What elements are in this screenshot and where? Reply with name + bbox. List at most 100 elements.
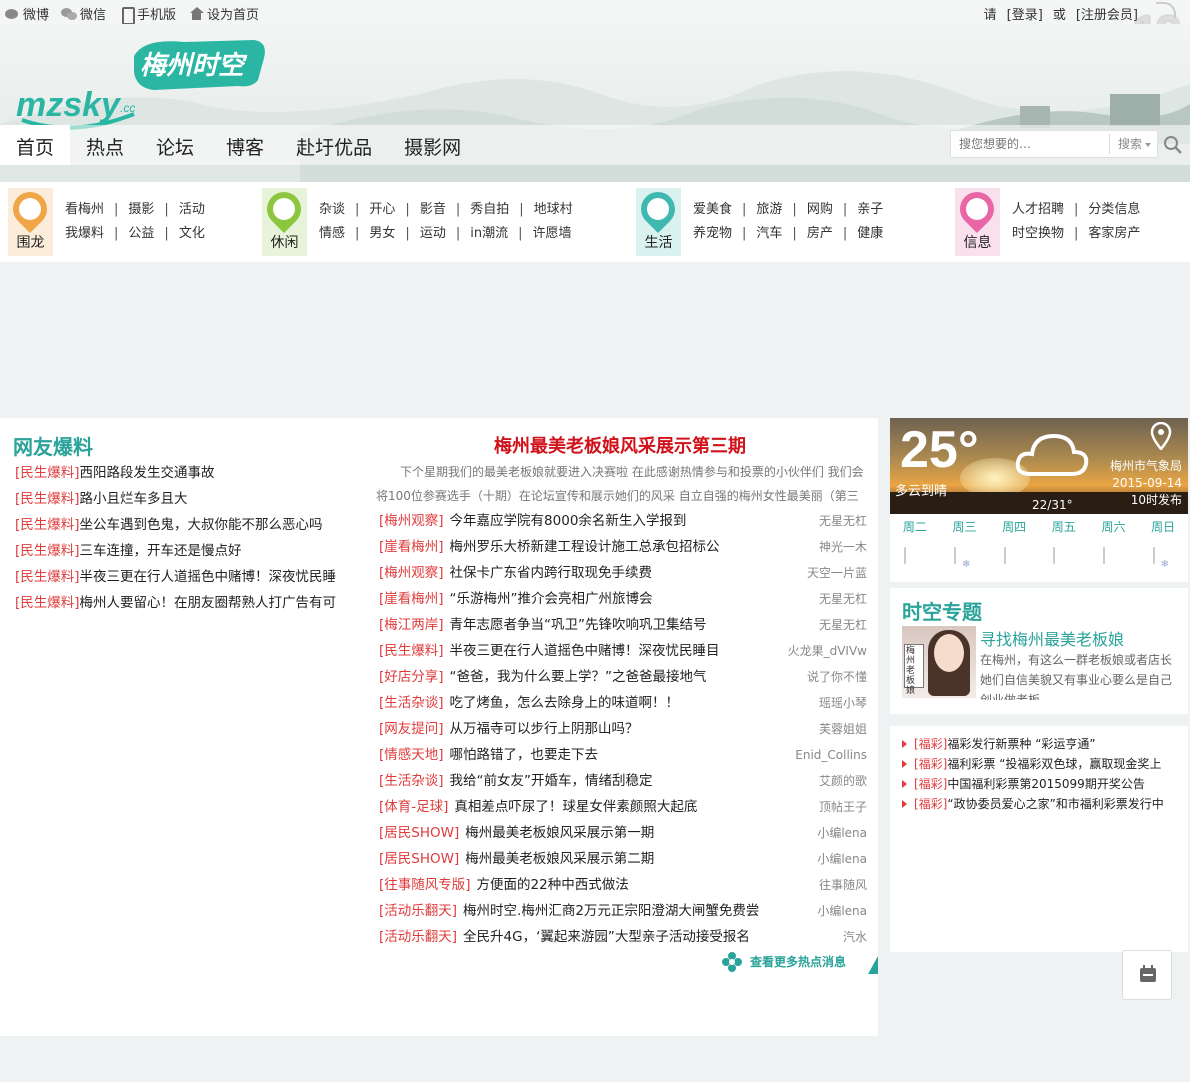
news-tag[interactable]: [梅州观察] [379, 565, 444, 581]
news-author[interactable]: 瑶瑶小琴 [819, 690, 867, 716]
hot-news-item[interactable]: [梅州观察] 今年嘉应学院有8000余名新生入学报到 无星无杠 [379, 508, 869, 534]
news-title[interactable]: 方便面的22种中西式做法 [477, 877, 629, 893]
weather-widget[interactable]: 25° 多云到晴 22/31° 梅州市气象局 2015-09-14 10时发布 [890, 418, 1188, 514]
category-link[interactable]: 文化 [179, 224, 205, 248]
nav-item-1[interactable]: 热点 [70, 125, 140, 165]
search-input[interactable] [951, 131, 1109, 157]
hot-news-item[interactable]: [梅江两岸] 青年志愿者争当“巩卫”先锋吹响巩卫集结号 无星无杠 [379, 612, 869, 638]
news-title[interactable]: 梅州最美老板娘风采展示第二期 [465, 851, 654, 867]
news-author[interactable]: 小编lena [817, 820, 867, 846]
category-badge[interactable]: 休闲 [259, 184, 309, 256]
news-title[interactable]: 我给“前女友”开婚车，情绪刮稳定 [450, 773, 653, 789]
search-type-dropdown[interactable]: 搜索 [1109, 134, 1157, 154]
news-title[interactable]: “爸爸，我为什么要上学？”之爸爸最接地气 [450, 669, 707, 685]
lottery-item[interactable]: [福彩]福彩发行新票种 “彩运亨通” [902, 734, 1182, 754]
top-link-3[interactable]: 设为首页 [188, 4, 259, 23]
news-author[interactable]: 天空一片蓝 [807, 560, 867, 586]
top-link-0[interactable]: 微博 [4, 4, 49, 23]
news-tag[interactable]: [好店分享] [379, 669, 444, 685]
hot-news-item[interactable]: [网友提问] 从万福寺可以步行上阴那山吗？ 芙蓉姐姐 [379, 716, 869, 742]
category-link[interactable]: 时空换物 [1012, 224, 1064, 248]
news-title[interactable]: 从万福寺可以步行上阴那山吗？ [450, 721, 639, 737]
topic-link[interactable]: 寻找梅州最美老板娘 [980, 626, 1124, 650]
baoliao-item[interactable]: [民生爆料]梅州人要留心！在朋友圈帮熟人打广告有可 [15, 590, 360, 616]
baoliao-item[interactable]: [民生爆料]三车连撞，开车还是慢点好 [15, 538, 360, 564]
category-link[interactable]: 客家房产 [1088, 224, 1140, 248]
news-title[interactable]: 梅州最美老板娘风采展示第一期 [465, 825, 654, 841]
category-badge[interactable]: 生活 [633, 184, 683, 256]
news-author[interactable]: 无星无杠 [819, 612, 867, 638]
category-link[interactable]: 公益 [128, 224, 154, 248]
category-link[interactable]: 亲子 [857, 200, 883, 224]
hot-news-item[interactable]: [情感天地] 哪怕路错了，也要走下去 Enid_Collins [379, 742, 869, 768]
news-author[interactable]: 艾颜的歌 [819, 768, 867, 794]
baoliao-item[interactable]: [民生爆料]路小且烂车多且大 [15, 486, 360, 512]
category-link[interactable]: 旅游 [756, 200, 782, 224]
register-link[interactable]: [注册会员] [1076, 4, 1138, 23]
news-title[interactable]: 哪怕路错了，也要走下去 [450, 747, 599, 763]
category-link[interactable]: 地球村 [534, 200, 573, 224]
category-link[interactable]: 活动 [179, 200, 205, 224]
news-title[interactable]: 真相差点吓尿了！球星女伴素颜照大起底 [454, 799, 697, 815]
news-tag[interactable]: [崖看梅州] [379, 591, 444, 607]
news-author[interactable]: 小编lena [817, 898, 867, 924]
hot-news-item[interactable]: [居民SHOW] 梅州最美老板娘风采展示第二期 小编lena [379, 846, 869, 872]
hot-news-item[interactable]: [体育-足球] 真相差点吓尿了！球星女伴素颜照大起底 顶帖王子 [379, 794, 869, 820]
category-link[interactable]: 汽车 [756, 224, 782, 248]
news-author[interactable]: 小编lena [817, 846, 867, 872]
news-tag[interactable]: [崖看梅州] [379, 539, 444, 555]
hot-news-item[interactable]: [民生爆料] 半夜三更在行人道摇色中赌博！深夜忧民睡目 火龙果_dVIVw [379, 638, 869, 664]
site-logo[interactable]: 梅州时空 mzsky .cc [14, 38, 274, 138]
hot-news-item[interactable]: [居民SHOW] 梅州最美老板娘风采展示第一期 小编lena [379, 820, 869, 846]
hot-news-item[interactable]: [活动乐翻天] 梅州时空.梅州汇商2万元正宗阳澄湖大闸蟹免费尝 小编lena [379, 898, 869, 924]
category-link[interactable]: 许愿墙 [532, 224, 571, 248]
news-author[interactable]: 神光一木 [819, 534, 867, 560]
category-link[interactable]: 开心 [369, 200, 395, 224]
news-tag[interactable]: [活动乐翻天] [379, 903, 457, 919]
category-link[interactable]: 杂谈 [319, 200, 345, 224]
hot-news-item[interactable]: [生活杂谈] 我给“前女友”开婚车，情绪刮稳定 艾颜的歌 [379, 768, 869, 794]
category-link[interactable]: 看梅州 [65, 200, 104, 224]
category-link[interactable]: 健康 [857, 224, 883, 248]
headline-link[interactable]: 梅州最美老板娘风采展示第三期 [370, 432, 870, 458]
top-link-2[interactable]: 手机版 [118, 4, 176, 25]
news-tag[interactable]: [网友提问] [379, 721, 444, 737]
category-badge[interactable]: 围龙 [5, 184, 55, 256]
category-badge[interactable]: 信息 [952, 184, 1002, 256]
calendar-float-button[interactable] [1122, 950, 1172, 1000]
news-tag[interactable]: [活动乐翻天] [379, 929, 457, 945]
hot-news-item[interactable]: [活动乐翻天] 全民升4G，‘翼起来游园”大型亲子活动接受报名 汽水 [379, 924, 869, 950]
topic-thumbnail[interactable]: 梅州老板娘 [902, 626, 976, 698]
category-link[interactable]: 情感 [319, 224, 345, 248]
news-author[interactable]: 往事随风 [819, 872, 867, 898]
news-tag[interactable]: [民生爆料] [379, 643, 444, 659]
news-tag[interactable]: [梅江两岸] [379, 617, 444, 633]
news-title[interactable]: 社保卡广东省内跨行取现免手续费 [450, 565, 653, 581]
nav-item-2[interactable]: 论坛 [140, 125, 210, 165]
category-link[interactable]: 秀自拍 [470, 200, 509, 224]
news-tag[interactable]: [情感天地] [379, 747, 444, 763]
news-tag[interactable]: [体育-足球] [379, 799, 448, 815]
nav-item-4[interactable]: 赴圩优品 [280, 125, 388, 165]
category-link[interactable]: 网购 [807, 200, 833, 224]
news-title[interactable]: 今年嘉应学院有8000余名新生入学报到 [450, 513, 687, 529]
hot-news-item[interactable]: [崖看梅州] “乐游梅州”推介会亮相广州旅博会 无星无杠 [379, 586, 869, 612]
category-link[interactable]: 影音 [420, 200, 446, 224]
news-title[interactable]: 全民升4G，‘翼起来游园”大型亲子活动接受报名 [463, 929, 750, 945]
category-link[interactable]: 分类信息 [1088, 200, 1140, 224]
top-link-1[interactable]: 微信 [61, 4, 106, 23]
more-hot-news-link[interactable]: 查看更多热点消息 [722, 950, 878, 974]
nav-item-5[interactable]: 摄影网 [388, 125, 477, 165]
news-title[interactable]: 梅州时空.梅州汇商2万元正宗阳澄湖大闸蟹免费尝 [463, 903, 759, 919]
news-author[interactable]: 无星无杠 [819, 586, 867, 612]
news-author[interactable]: 火龙果_dVIVw [788, 638, 867, 664]
news-author[interactable]: 顶帖王子 [819, 794, 867, 820]
news-author[interactable]: 芙蓉姐姐 [819, 716, 867, 742]
baoliao-item[interactable]: [民生爆料]西阳路段发生交通事故 [15, 460, 360, 486]
news-title[interactable]: 梅州罗乐大桥新建工程设计施工总承包招标公 [450, 539, 720, 555]
category-link[interactable]: 房产 [807, 224, 833, 248]
news-title[interactable]: 青年志愿者争当“巩卫”先锋吹响巩卫集结号 [450, 617, 707, 633]
hot-news-item[interactable]: [生活杂谈] 吃了烤鱼，怎么去除身上的味道啊！！ 瑶瑶小琴 [379, 690, 869, 716]
login-link[interactable]: [登录] [1007, 4, 1043, 23]
lottery-item[interactable]: [福彩]中国福利彩票第2015099期开奖公告 [902, 774, 1182, 794]
